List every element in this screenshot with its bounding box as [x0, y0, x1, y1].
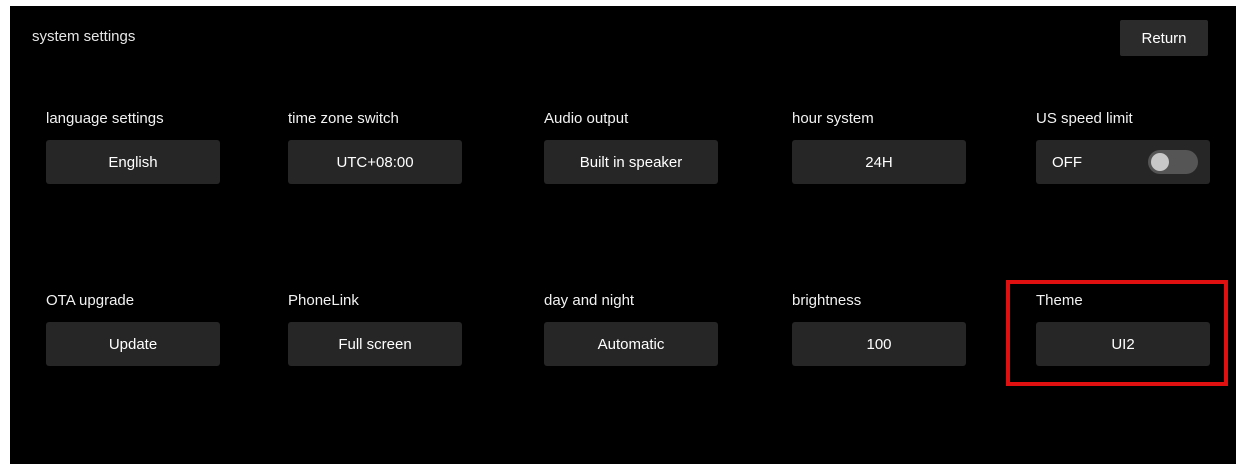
toggle-state-text: OFF — [1052, 153, 1082, 171]
setting-label: time zone switch — [288, 110, 399, 127]
setting-time-zone: time zone switch UTC+08:00 — [288, 110, 488, 184]
setting-phonelink: PhoneLink Full screen — [288, 292, 488, 366]
setting-day-and-night: day and night Automatic — [544, 292, 744, 366]
setting-label: brightness — [792, 292, 862, 309]
setting-language: language settings English — [46, 110, 246, 184]
setting-label: OTA upgrade — [46, 292, 135, 309]
setting-brightness: brightness 100 — [792, 292, 992, 366]
speed-limit-toggle-button[interactable]: OFF — [1036, 140, 1210, 184]
setting-label: language settings — [46, 110, 164, 127]
theme-button[interactable]: UI2 — [1036, 322, 1210, 366]
setting-label: Theme — [1036, 292, 1083, 309]
page-title: system settings — [32, 28, 136, 45]
setting-theme: Theme UI2 — [1036, 292, 1236, 366]
setting-hour-system: hour system 24H — [792, 110, 992, 184]
setting-label: US speed limit — [1036, 110, 1133, 127]
phonelink-button[interactable]: Full screen — [288, 322, 462, 366]
language-button[interactable]: English — [46, 140, 220, 184]
ota-update-button[interactable]: Update — [46, 322, 220, 366]
setting-us-speed-limit: US speed limit OFF — [1036, 110, 1236, 184]
settings-screen: system settings Return language settings… — [10, 6, 1236, 464]
toggle-knob — [1151, 153, 1169, 171]
setting-label: PhoneLink — [288, 292, 359, 309]
setting-label: day and night — [544, 292, 635, 309]
time-zone-button[interactable]: UTC+08:00 — [288, 140, 462, 184]
setting-ota-upgrade: OTA upgrade Update — [46, 292, 246, 366]
setting-label: hour system — [792, 110, 874, 127]
setting-label: Audio output — [544, 110, 629, 127]
hour-system-button[interactable]: 24H — [792, 140, 966, 184]
brightness-button[interactable]: 100 — [792, 322, 966, 366]
setting-audio-output: Audio output Built in speaker — [544, 110, 744, 184]
toggle-switch[interactable] — [1148, 150, 1198, 174]
return-button[interactable]: Return — [1120, 20, 1208, 56]
day-night-button[interactable]: Automatic — [544, 322, 718, 366]
audio-output-button[interactable]: Built in speaker — [544, 140, 718, 184]
